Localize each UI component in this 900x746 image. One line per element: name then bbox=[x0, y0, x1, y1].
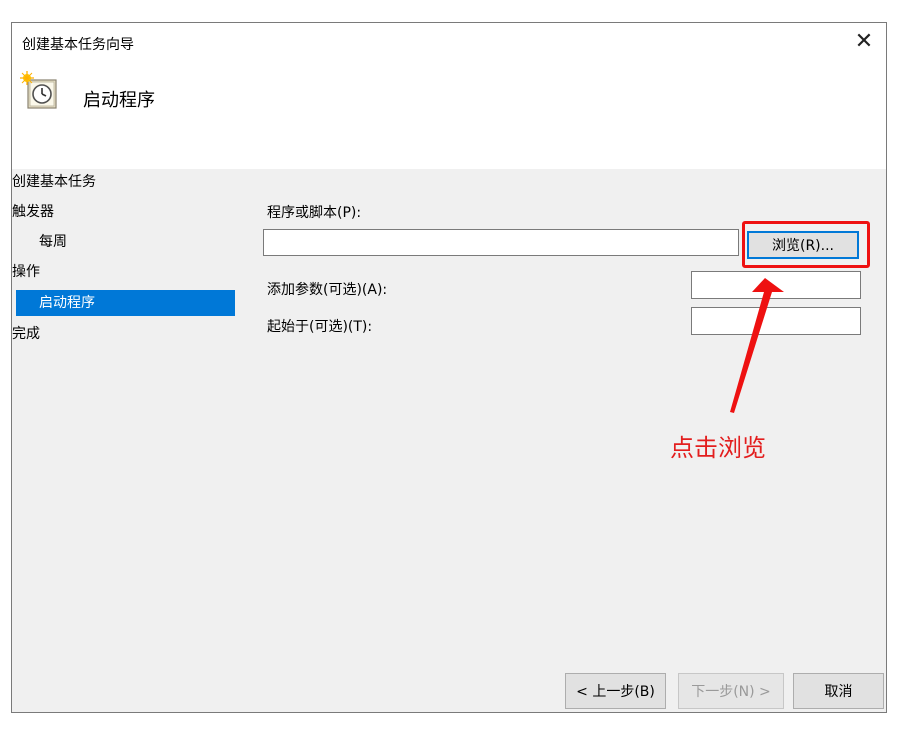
add-arguments-input[interactable] bbox=[691, 271, 861, 299]
nav-step-action: 操作 bbox=[12, 264, 40, 280]
task-clock-icon bbox=[20, 71, 57, 109]
close-icon: ✕ bbox=[854, 29, 874, 54]
nav-step-start-program: 启动程序 bbox=[16, 290, 235, 316]
add-arguments-label: 添加参数(可选)(A): bbox=[267, 282, 388, 298]
page-title: 启动程序 bbox=[83, 90, 155, 111]
start-in-input[interactable] bbox=[691, 307, 861, 335]
program-script-input[interactable] bbox=[263, 229, 739, 256]
window-title: 创建基本任务向导 bbox=[22, 37, 134, 53]
program-script-label: 程序或脚本(P): bbox=[267, 205, 362, 221]
wizard-window: 创建基本任务向导 ✕ 启动程序 创建基本任务 触发器 每周 操作 启动程序 完成… bbox=[11, 22, 887, 713]
wizard-header: 启动程序 bbox=[12, 63, 886, 169]
nav-step-weekly: 每周 bbox=[39, 234, 67, 250]
browse-highlight-box bbox=[742, 221, 870, 268]
start-in-label: 起始于(可选)(T): bbox=[267, 319, 373, 335]
nav-step-finish: 完成 bbox=[12, 326, 40, 342]
nav-step-create-basic-task: 创建基本任务 bbox=[12, 174, 96, 190]
close-button[interactable]: ✕ bbox=[850, 29, 878, 55]
annotation-click-browse: 点击浏览 bbox=[670, 434, 766, 462]
next-button: 下一步(N) > bbox=[678, 673, 784, 709]
title-bar: 创建基本任务向导 ✕ bbox=[12, 23, 886, 63]
cancel-button[interactable]: 取消 bbox=[793, 673, 884, 709]
nav-step-trigger: 触发器 bbox=[12, 204, 54, 220]
back-button[interactable]: < 上一步(B) bbox=[565, 673, 666, 709]
